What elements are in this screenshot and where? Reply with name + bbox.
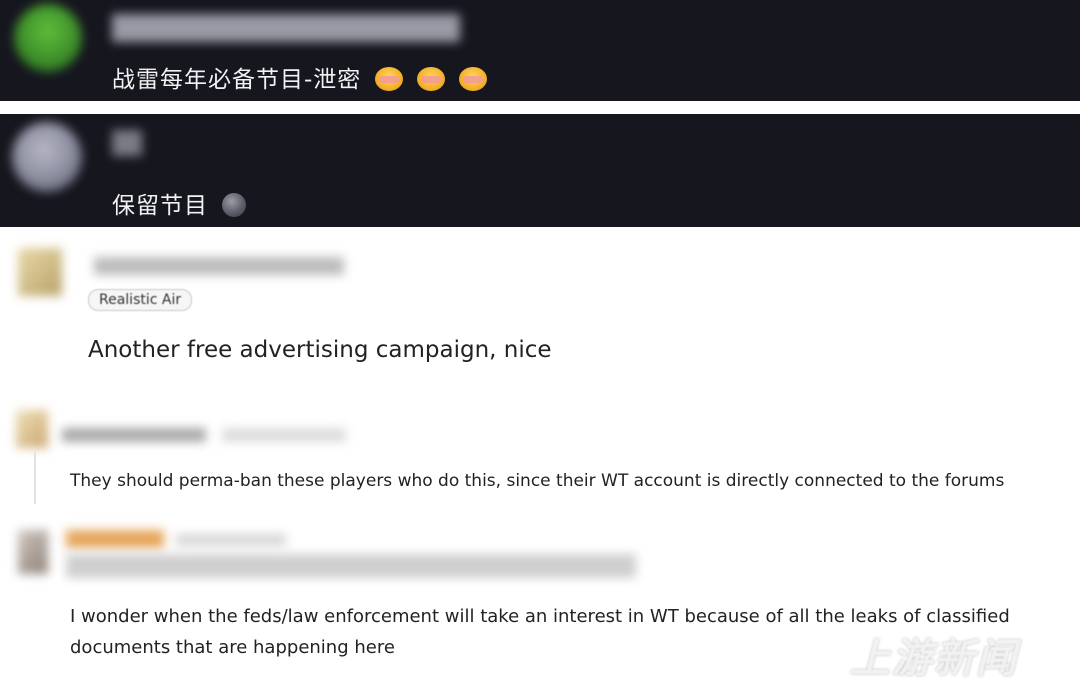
username-redacted[interactable] bbox=[112, 14, 460, 42]
avatar[interactable] bbox=[14, 4, 82, 72]
smiling-face-hearts-icon bbox=[417, 66, 446, 91]
username-redacted[interactable] bbox=[66, 530, 164, 548]
username-redacted[interactable] bbox=[62, 428, 206, 442]
comment-text: 保留节目 bbox=[112, 186, 246, 220]
divider bbox=[0, 101, 1080, 114]
avatar[interactable] bbox=[16, 410, 48, 448]
avatar[interactable] bbox=[18, 530, 48, 574]
comment-text-content: 保留节目 bbox=[112, 193, 208, 219]
timestamp-redacted bbox=[176, 534, 286, 546]
quoted-text-redacted bbox=[66, 554, 636, 578]
timestamp-redacted bbox=[222, 428, 346, 442]
rank-badge: Realistic Air bbox=[88, 289, 193, 311]
comment-text: They should perma-ban these players who … bbox=[70, 471, 1005, 491]
watermark: 上游新闻 bbox=[850, 636, 1018, 682]
comment-text: Another free advertising campaign, nice bbox=[88, 337, 552, 363]
username-redacted[interactable] bbox=[112, 130, 142, 156]
thread-line bbox=[34, 452, 36, 504]
comment-text-content: 战雷每年必备节目-泄密 bbox=[112, 67, 362, 93]
smiling-face-hearts-icon bbox=[375, 66, 404, 91]
avatar[interactable] bbox=[18, 248, 62, 296]
comment-text: 战雷每年必备节目-泄密 bbox=[112, 60, 488, 94]
username-redacted[interactable] bbox=[94, 257, 344, 275]
smiling-face-hearts-icon bbox=[459, 66, 488, 91]
avatar[interactable] bbox=[12, 122, 82, 192]
new-moon-icon bbox=[222, 192, 246, 217]
